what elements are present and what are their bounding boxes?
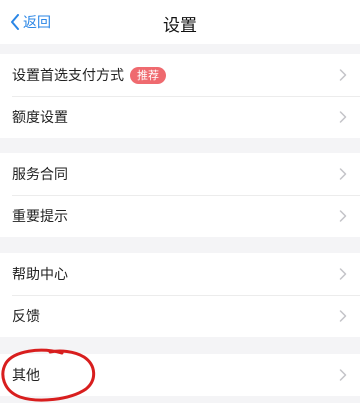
row-important-notice[interactable]: 重要提示: [0, 195, 360, 237]
chevron-right-icon: [339, 268, 347, 280]
row-help-center[interactable]: 帮助中心: [0, 253, 360, 295]
settings-group-help: 帮助中心 反馈: [0, 253, 360, 337]
row-other[interactable]: 其他: [0, 354, 360, 396]
row-label: 设置首选支付方式: [12, 68, 124, 84]
recommend-badge: 推荐: [130, 66, 166, 84]
row-limit-settings[interactable]: 额度设置: [0, 96, 360, 138]
row-preferred-payment[interactable]: 设置首选支付方式 推荐: [0, 54, 360, 96]
row-label: 反馈: [12, 309, 40, 325]
chevron-right-icon: [339, 69, 347, 81]
row-label: 重要提示: [12, 209, 68, 225]
row-service-contract[interactable]: 服务合同: [0, 153, 360, 195]
settings-group-contract: 服务合同 重要提示: [0, 153, 360, 237]
row-label: 服务合同: [12, 167, 68, 183]
row-label: 额度设置: [12, 110, 68, 126]
chevron-right-icon: [339, 111, 347, 123]
row-label: 帮助中心: [12, 267, 68, 283]
row-label: 其他: [12, 368, 40, 384]
chevron-right-icon: [339, 369, 347, 381]
page-title: 设置: [163, 16, 197, 36]
chevron-right-icon: [339, 168, 347, 180]
chevron-right-icon: [339, 310, 347, 322]
settings-group-payment: 设置首选支付方式 推荐 额度设置: [0, 54, 360, 138]
nav-bar: 返回 设置: [0, 0, 360, 44]
chevron-right-icon: [339, 210, 347, 222]
settings-group-other: 其他: [0, 354, 360, 396]
row-feedback[interactable]: 反馈: [0, 295, 360, 337]
